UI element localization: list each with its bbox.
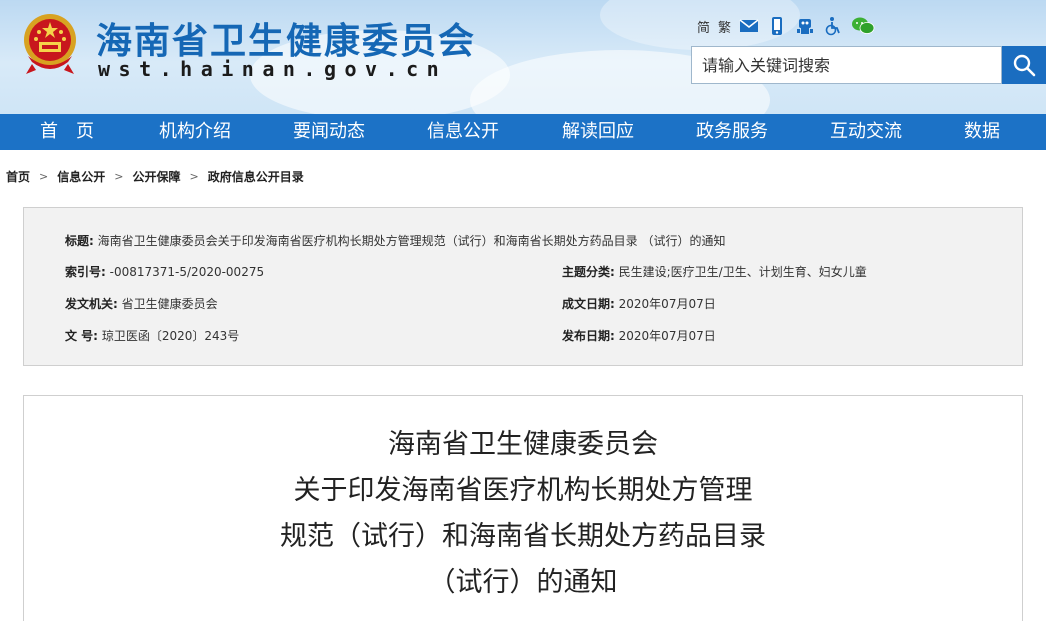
meta-title-value: 海南省卫生健康委员会关于印发海南省医疗机构长期处方管理规范（试行）和海南省长期处… (97, 234, 726, 248)
meta-index-row: 索引号: -00817371-5/2020-00275 (65, 263, 264, 280)
meta-docno-row: 文 号: 琼卫医函〔2020〕243号 (65, 327, 239, 344)
meta-created-value: 2020年07月07日 (618, 297, 716, 311)
nav-item-gov-services[interactable]: 政务服务 (696, 114, 768, 150)
meta-created-row: 成文日期: 2020年07月07日 (562, 295, 716, 312)
breadcrumb: 首页 > 信息公开 > 公开保障 > 政府信息公开目录 (6, 166, 304, 186)
header-tools: 简 繁 (697, 14, 875, 38)
national-emblem-logo (24, 14, 76, 74)
meta-created-label: 成文日期: (562, 297, 615, 311)
article-title-line: （试行）的通知 (428, 567, 618, 598)
meta-published-value: 2020年07月07日 (618, 329, 716, 343)
search-button[interactable] (1002, 46, 1046, 84)
breadcrumb-catalog[interactable]: 政府信息公开目录 (208, 168, 304, 185)
meta-docno-label: 文 号: (65, 329, 98, 343)
nav-item-home[interactable]: 首 页 (40, 114, 94, 150)
article-title-line: 关于印发海南省医疗机构长期处方管理 (293, 475, 753, 506)
meta-category-value: 民生建设;医疗卫生/卫生、计划生育、妇女儿童 (618, 265, 867, 279)
nav-item-news[interactable]: 要闻动态 (293, 114, 365, 150)
meta-title-row: 标题: 海南省卫生健康委员会关于印发海南省医疗机构长期处方管理规范（试行）和海南… (65, 232, 725, 249)
meta-index-value: -00817371-5/2020-00275 (109, 265, 265, 279)
breadcrumb-separator: > (189, 169, 199, 183)
robot-icon[interactable] (795, 16, 815, 36)
mobile-icon[interactable] (767, 16, 787, 36)
nav-item-interaction[interactable]: 互动交流 (830, 114, 902, 150)
meta-issuer-value: 省卫生健康委员会 (121, 297, 218, 311)
wheelchair-icon[interactable] (823, 16, 843, 36)
meta-category-row: 主题分类: 民生建设;医疗卫生/卫生、计划生育、妇女儿童 (562, 263, 867, 280)
breadcrumb-home[interactable]: 首页 (6, 168, 30, 185)
simplified-chinese-link[interactable]: 简 (697, 17, 710, 36)
breadcrumb-info-disclosure[interactable]: 信息公开 (57, 168, 105, 185)
article-body: 海南省卫生健康委员会 关于印发海南省医疗机构长期处方管理 规范（试行）和海南省长… (23, 395, 1023, 621)
nav-item-info-disclosure[interactable]: 信息公开 (427, 114, 499, 150)
nav-item-data[interactable]: 数据 (964, 114, 1000, 150)
meta-index-label: 索引号: (65, 265, 106, 279)
meta-category-label: 主题分类: (562, 265, 615, 279)
meta-issuer-row: 发文机关: 省卫生健康委员会 (65, 295, 218, 312)
nav-item-org-intro[interactable]: 机构介绍 (159, 114, 231, 150)
site-header: 海南省卫生健康委员会 wst.hainan.gov.cn 简 繁 (0, 0, 1046, 114)
article-title-line: 规范（试行）和海南省长期处方药品目录 (280, 521, 766, 552)
traditional-chinese-link[interactable]: 繁 (718, 17, 731, 36)
meta-published-label: 发布日期: (562, 329, 615, 343)
breadcrumb-separator: > (39, 169, 49, 183)
meta-issuer-label: 发文机关: (65, 297, 118, 311)
wechat-icon[interactable] (851, 16, 875, 36)
meta-title-label: 标题: (65, 234, 94, 248)
nav-item-interpretation[interactable]: 解读回应 (562, 114, 634, 150)
site-url: wst.hainan.gov.cn (98, 57, 448, 81)
meta-published-row: 发布日期: 2020年07月07日 (562, 327, 716, 344)
search-box (691, 46, 1002, 84)
main-nav: 首 页 机构介绍 要闻动态 信息公开 解读回应 政务服务 互动交流 数据 (0, 114, 1046, 150)
breadcrumb-disclosure-guarantee[interactable]: 公开保障 (132, 168, 180, 185)
article-title-line: 海南省卫生健康委员会 (388, 429, 658, 460)
meta-docno-value: 琼卫医函〔2020〕243号 (101, 329, 240, 343)
document-metadata-box: 标题: 海南省卫生健康委员会关于印发海南省医疗机构长期处方管理规范（试行）和海南… (23, 207, 1023, 366)
search-input[interactable] (692, 47, 1001, 83)
breadcrumb-separator: > (114, 169, 124, 183)
mail-icon[interactable] (739, 16, 759, 36)
search-icon (1013, 54, 1036, 77)
